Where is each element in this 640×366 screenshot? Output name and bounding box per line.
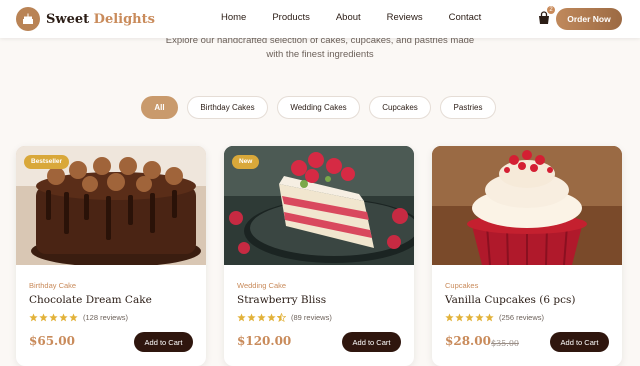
nav-contact[interactable]: Contact — [449, 12, 482, 23]
cupcake-image — [432, 146, 622, 265]
product-category: Birthday Cake — [29, 281, 77, 290]
product-card-chocolate-dream-cake[interactable]: Bestseller Birthday Cake Chocolate Dream… — [16, 146, 206, 366]
review-count: (256 reviews) — [499, 313, 545, 322]
star-icon — [485, 313, 494, 322]
filter-cupcakes[interactable]: Cupcakes — [369, 96, 431, 119]
star-icon — [59, 313, 68, 322]
nav-reviews[interactable]: Reviews — [387, 12, 423, 23]
rating-stars: (256 reviews) — [445, 313, 544, 322]
category-filters: All Birthday Cakes Wedding Cakes Cupcake… — [141, 96, 496, 119]
intro-line-2: with the finest ingredients — [266, 49, 374, 60]
star-icon — [465, 313, 474, 322]
review-count: (128 reviews) — [83, 313, 129, 322]
intro-text: Explore our handcrafted selection of cak… — [0, 34, 640, 62]
brand-name: Sweet Delights — [46, 11, 155, 27]
cart-button[interactable]: 2 — [537, 6, 555, 25]
star-icon — [29, 313, 38, 322]
bestseller-badge: Bestseller — [24, 155, 70, 169]
nav-home[interactable]: Home — [221, 12, 246, 23]
nav-products[interactable]: Products — [272, 12, 310, 23]
star-icon — [49, 313, 58, 322]
rating-stars: (128 reviews) — [29, 313, 128, 322]
star-icon — [267, 313, 276, 322]
star-icon — [39, 313, 48, 322]
navbar: Sweet Delights Home Products About Revie… — [0, 0, 640, 38]
add-to-cart-button[interactable]: Add to Cart — [342, 332, 401, 352]
product-price: $28.00 — [445, 334, 491, 348]
cart-count-badge: 2 — [547, 6, 555, 14]
filter-pastries[interactable]: Pastries — [440, 96, 496, 119]
cake-icon — [16, 7, 40, 31]
add-to-cart-button[interactable]: Add to Cart — [134, 332, 193, 352]
star-icon — [69, 313, 78, 322]
product-card-vanilla-cupcakes[interactable]: Cupcakes Vanilla Cupcakes (6 pcs) (256 r… — [432, 146, 622, 366]
star-icon — [455, 313, 464, 322]
product-title[interactable]: Chocolate Dream Cake — [29, 294, 152, 306]
product-category: Cupcakes — [445, 281, 479, 290]
add-to-cart-button[interactable]: Add to Cart — [550, 332, 609, 352]
new-badge: New — [232, 155, 260, 169]
star-icon — [237, 313, 246, 322]
product-title[interactable]: Vanilla Cupcakes (6 pcs) — [445, 294, 575, 306]
original-price: $35.00 — [491, 339, 519, 348]
product-title[interactable]: Strawberry Bliss — [237, 294, 326, 306]
filter-birthday-cakes[interactable]: Birthday Cakes — [187, 96, 268, 119]
review-count: (89 reviews) — [291, 313, 332, 322]
filter-all[interactable]: All — [141, 96, 178, 119]
star-icon — [475, 313, 484, 322]
star-icon — [445, 313, 454, 322]
product-price: $65.00 — [29, 334, 75, 348]
nav-about[interactable]: About — [336, 12, 361, 23]
filter-wedding-cakes[interactable]: Wedding Cakes — [277, 96, 360, 119]
product-category: Wedding Cake — [237, 281, 287, 290]
order-now-button[interactable]: Order Now — [556, 8, 622, 30]
main-menu: Home Products About Reviews Contact — [221, 12, 507, 23]
star-icon — [247, 313, 256, 322]
product-price: $120.00 — [237, 334, 292, 348]
brand-logo[interactable]: Sweet Delights — [16, 7, 155, 31]
rating-stars: (89 reviews) — [237, 313, 332, 322]
half-star-icon — [277, 313, 286, 322]
product-card-strawberry-bliss[interactable]: New Wedding Cake Strawberry Bliss (89 re… — [224, 146, 414, 366]
star-icon — [257, 313, 266, 322]
